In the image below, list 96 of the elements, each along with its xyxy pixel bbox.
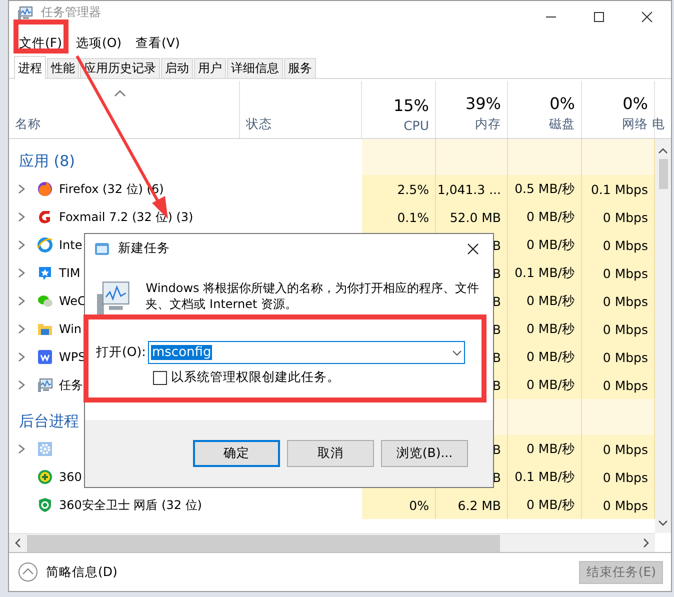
table-cell: 0 Mbps	[582, 463, 655, 491]
checkbox[interactable]	[153, 370, 167, 384]
table-cell: 0.1 Mbps	[582, 175, 655, 203]
scroll-up-icon	[658, 147, 668, 155]
process-name: 360	[59, 470, 82, 484]
gear-icon	[37, 441, 53, 457]
process-name: Inte	[59, 238, 82, 252]
usage-percent: 0%	[550, 94, 575, 113]
table-cell: 0 Mbps	[582, 203, 655, 231]
table-cell: 52.0 MB	[436, 203, 508, 231]
table-cell: 0 Mbps	[582, 231, 655, 259]
plus-circle-icon	[37, 469, 53, 485]
column-header[interactable]: 内存	[475, 116, 501, 133]
window-title: 任务管理器	[41, 5, 102, 19]
shield-icon	[37, 497, 53, 513]
monitor-icon	[37, 377, 53, 393]
window-icon	[94, 242, 110, 256]
process-name: TIM	[59, 266, 80, 280]
menu-item[interactable]: 文件(F)	[13, 35, 68, 52]
usage-percent: 39%	[465, 94, 501, 113]
collapse-circle-icon	[18, 562, 38, 582]
table-cell: 0 Mbps	[582, 343, 655, 371]
close-icon	[467, 242, 479, 254]
column-header[interactable]: 状态	[246, 116, 272, 133]
table-cell: 0 MB/秒	[508, 203, 582, 231]
table-cell: 0 MB/秒	[508, 491, 582, 519]
dialog-button[interactable]: 取消	[287, 440, 374, 467]
group-heading: 后台进程	[18, 410, 80, 432]
table-cell: 0 MB/秒	[508, 435, 582, 463]
table-cell: 0 MB/秒	[508, 315, 582, 343]
tab[interactable]: 详细信息	[227, 58, 283, 78]
checkbox-label[interactable]: 以系统管理权限创建此任务。	[171, 369, 340, 386]
column-header[interactable]: 名称	[15, 116, 41, 133]
table-cell: 0 MB/秒	[508, 231, 582, 259]
dialog-title: 新建任务	[118, 240, 171, 257]
usage-percent: 0%	[622, 94, 648, 113]
chat-bubble-icon	[37, 293, 53, 309]
group-heading: 应用 (8)	[18, 150, 76, 172]
scroll-down-icon	[658, 519, 668, 527]
app-icon	[17, 5, 33, 21]
flame-icon	[37, 181, 53, 197]
tab[interactable]: 性能	[47, 58, 79, 78]
dialog-button[interactable]: 浏览(B)...	[381, 440, 468, 467]
scroll-thumb[interactable]	[27, 534, 500, 552]
folder-icon	[37, 321, 53, 337]
maximize-icon	[593, 11, 605, 23]
dialog-button[interactable]: 确定	[193, 440, 280, 467]
tab[interactable]: 进程	[14, 56, 46, 79]
table-cell: 0.1%	[362, 203, 436, 231]
menu-item[interactable]: 选项(O)	[70, 35, 128, 52]
table-cell: 0 MB/秒	[508, 343, 582, 371]
table-cell: 0 Mbps	[582, 259, 655, 287]
table-cell: 0 MB/秒	[508, 287, 582, 315]
ring-icon	[37, 237, 53, 253]
horizontal-scrollbar[interactable]	[9, 533, 655, 552]
tab[interactable]: 服务	[284, 58, 316, 78]
table-cell: 0.1 MB/秒	[508, 463, 582, 491]
table-cell: 6.2 MB	[436, 491, 508, 519]
details-toggle[interactable]: 简略信息(D)	[46, 564, 580, 580]
table-cell: 0 Mbps	[582, 491, 655, 519]
vertical-scrollbar[interactable]	[655, 139, 671, 533]
table-cell: 0 Mbps	[582, 435, 655, 463]
table-cell: 0 Mbps	[582, 315, 655, 343]
usage-percent: 15%	[393, 96, 429, 115]
input-field[interactable]: msconfig	[148, 341, 465, 364]
swirl-icon	[37, 209, 53, 225]
column-header[interactable]: 网络	[622, 116, 648, 133]
table-cell: 2.5%	[362, 175, 436, 203]
table-cell: 0.1 MB/秒	[508, 259, 582, 287]
table-cell	[436, 139, 508, 175]
dropdown-caret-icon	[452, 350, 462, 356]
field-label: 打开(O):	[96, 344, 147, 361]
process-name: 360安全卫士 网盾 (32 位)	[59, 496, 202, 514]
highlight-box	[14, 20, 68, 54]
sort-caret-icon	[114, 89, 126, 97]
close-icon	[641, 11, 653, 23]
scroll-left-icon	[15, 538, 21, 548]
process-name: Win	[59, 322, 82, 336]
tab[interactable]: 启动	[161, 58, 193, 78]
table-cell: 0 Mbps	[582, 287, 655, 315]
table-cell: 0 MB/秒	[508, 371, 582, 399]
tab[interactable]: 用户	[194, 58, 226, 78]
tile-icon	[37, 349, 53, 365]
menu-item[interactable]: 查看(V)	[130, 35, 186, 52]
process-name: 任务	[59, 376, 83, 394]
table-cell: 0.5 MB/秒	[508, 175, 582, 203]
process-name: WeC	[59, 294, 86, 308]
table-cell: 1,041.3 ...	[436, 175, 508, 203]
table-cell: 0 Mbps	[582, 371, 655, 399]
column-header[interactable]: 电	[652, 116, 665, 133]
column-header[interactable]: 磁盘	[549, 116, 575, 133]
table-cell: 0%	[362, 491, 436, 519]
scroll-right-icon	[643, 538, 649, 548]
star-bubble-icon	[37, 265, 53, 281]
scroll-thumb[interactable]	[658, 159, 668, 189]
column-header[interactable]: CPU	[404, 118, 429, 133]
